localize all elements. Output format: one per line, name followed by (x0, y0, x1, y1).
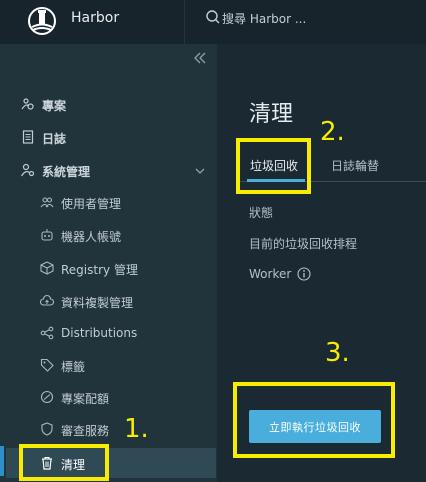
registry-icon (40, 261, 54, 275)
tab-log-rotation[interactable]: 日誌輪替 (331, 157, 379, 174)
status-label: 狀態 (249, 206, 274, 220)
sidebar-item-registries[interactable]: Registry 管理 (0, 255, 217, 283)
annotation-number-2: 2. (320, 117, 345, 147)
project-icon (21, 98, 34, 110)
sidebar-item-labels[interactable]: 標籤 (0, 352, 217, 380)
sidebar-item-label: 資料複製管理 (61, 296, 134, 310)
sidebar-item-label: 使用者管理 (61, 197, 122, 211)
highlight-box-2 (236, 138, 311, 194)
worker-label: Worker (249, 267, 311, 281)
sidebar: 專案 日誌 系統管理 使用者管理 機器人帳號 Registry 管理 資料複製管… (0, 44, 217, 482)
sidebar-item-label: 標籤 (61, 360, 86, 374)
sidebar-item-label: 機器人帳號 (61, 230, 122, 244)
log-icon (22, 130, 34, 144)
sidebar-item-robot-accounts[interactable]: 機器人帳號 (0, 222, 217, 250)
sidebar-item-interrogation-services[interactable]: 審查服務 (0, 416, 217, 444)
sidebar-item-label: 日誌 (42, 132, 67, 146)
worker-label-text: Worker (249, 267, 292, 281)
cloud-replication-icon (40, 294, 54, 306)
search-input[interactable]: 搜尋 Harbor ... (222, 10, 306, 27)
sidebar-item-project-quotas[interactable]: 專案配額 (0, 384, 217, 412)
sidebar-item-projects[interactable]: 專案 (0, 91, 217, 119)
harbor-logo-icon[interactable] (27, 6, 57, 36)
sidebar-item-label: Distributions (61, 326, 138, 340)
sidebar-item-label: 審查服務 (61, 424, 110, 438)
collapse-sidebar-icon[interactable] (193, 51, 207, 65)
sidebar-item-administration[interactable]: 系統管理 (0, 157, 217, 185)
admin-icon (21, 163, 35, 177)
search-icon (206, 10, 220, 24)
annotation-number-1: 1. (124, 414, 149, 444)
sidebar-item-label: 專案 (42, 99, 67, 113)
highlight-box-3 (233, 382, 395, 458)
active-indicator (0, 446, 4, 476)
sidebar-item-logs[interactable]: 日誌 (0, 124, 217, 152)
sidebar-item-replications[interactable]: 資料複製管理 (0, 288, 217, 316)
share-icon (40, 326, 54, 340)
highlight-box-1 (19, 444, 109, 481)
sidebar-item-label: 專案配額 (61, 392, 110, 406)
sidebar-item-users[interactable]: 使用者管理 (0, 189, 217, 217)
header-divider (184, 0, 185, 44)
quota-icon (40, 390, 54, 404)
sidebar-item-label: 系統管理 (42, 165, 91, 179)
sidebar-item-label: Registry 管理 (61, 263, 138, 277)
sidebar-item-distributions[interactable]: Distributions (0, 320, 217, 348)
brand-name[interactable]: Harbor (71, 10, 119, 26)
shield-icon (41, 422, 53, 436)
top-header: Harbor 搜尋 Harbor ... (0, 0, 426, 44)
current-schedule-label: 目前的垃圾回收排程 (249, 237, 358, 251)
global-search[interactable]: 搜尋 Harbor ... (205, 9, 420, 29)
annotation-number-3: 3. (325, 338, 350, 368)
chevron-down-icon[interactable] (194, 165, 206, 177)
info-icon[interactable] (297, 267, 311, 281)
robot-icon (41, 229, 53, 241)
page-title: 清理 (249, 102, 294, 127)
tag-icon (40, 358, 54, 372)
users-icon (40, 197, 54, 208)
